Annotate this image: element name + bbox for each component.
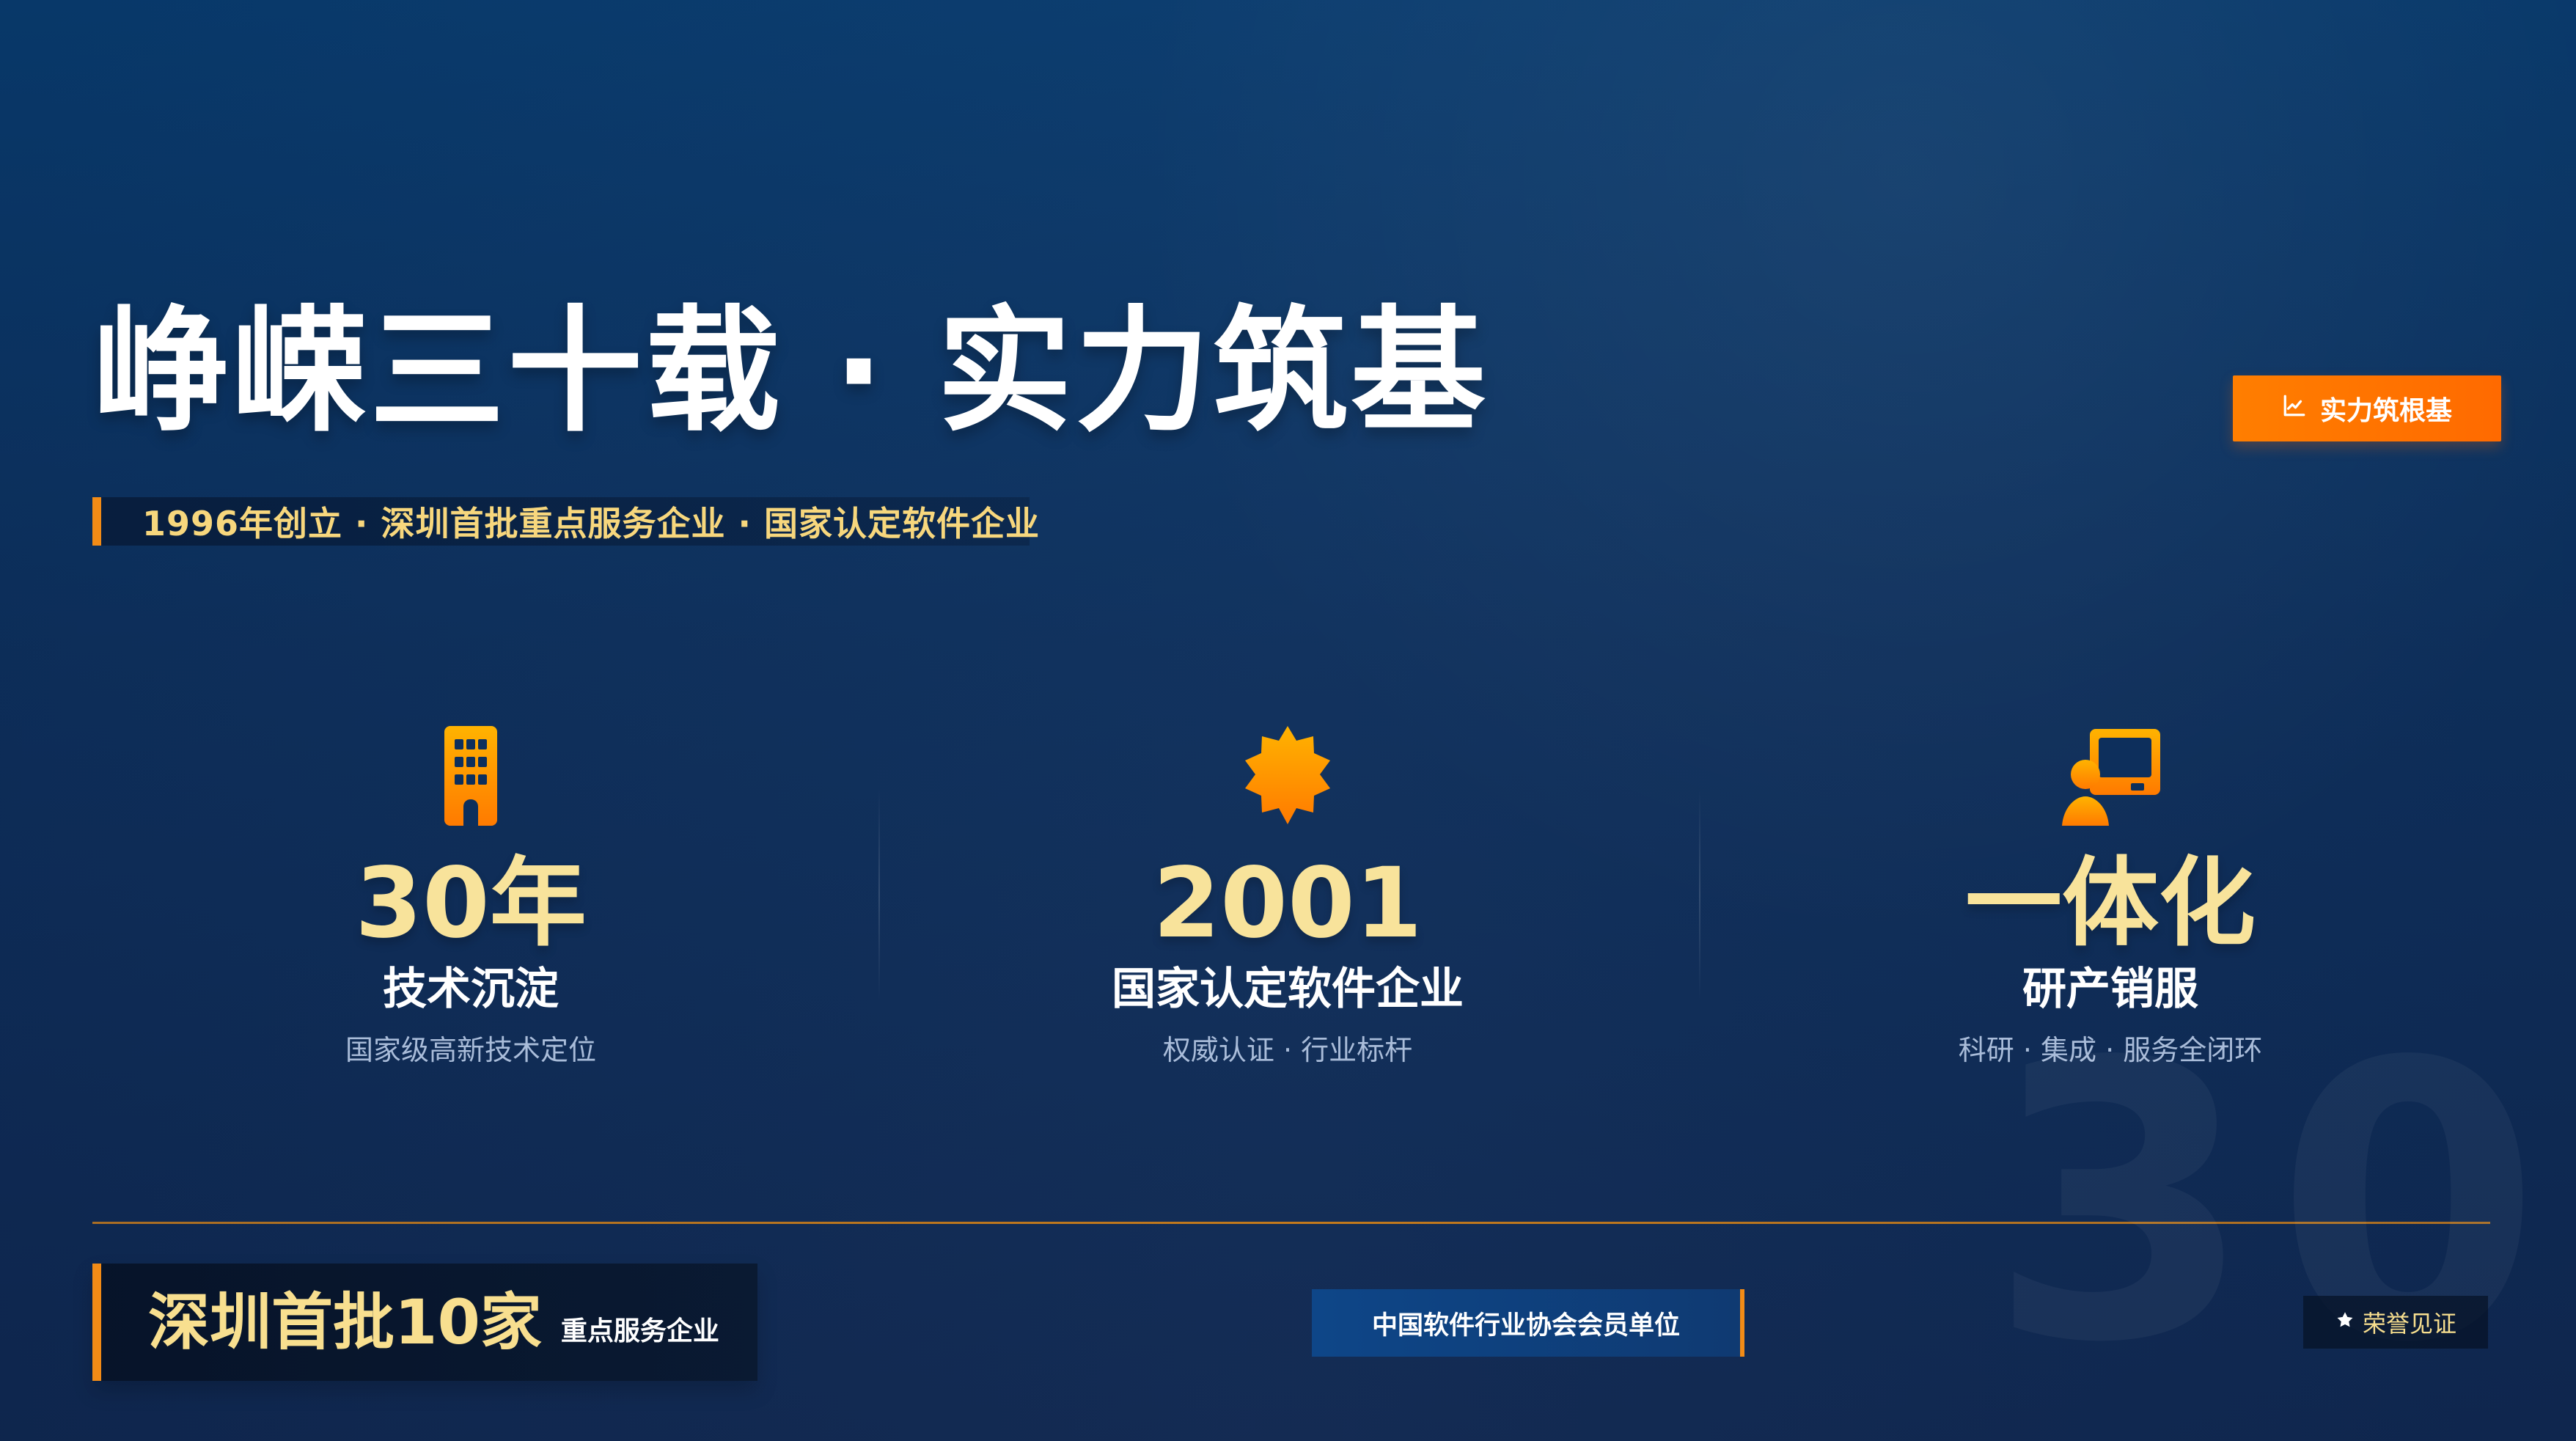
stat-description: 科研 · 集成 · 服务全闭环 [1958,1034,2263,1066]
subtitle-bar: 1996年创立 · 深圳首批重点服务企业 · 国家认定软件企业 [92,497,1039,546]
page-title: 峥嵘三十载 · 实力筑基 [94,293,1489,450]
top-badge: 实力筑根基 [2233,375,2501,441]
stat-label: 国家认定软件企业 [1112,964,1464,1015]
honor-badge-label: 荣誉见证 [2362,1310,2456,1338]
bottom-highlight-main: 深圳首批10家 [148,1286,542,1358]
section-divider [92,1222,2490,1224]
slide-page: 峥嵘三十载 · 实力筑基 1996年创立 · 深圳首批重点服务企业 · 国家认定… [0,0,2576,1441]
member-badge-label: 中国软件行业协会会员单位 [1371,1310,1680,1341]
stat-description: 国家级高新技术定位 [345,1034,596,1066]
bottom-highlight-card: 深圳首批10家 重点服务企业 [92,1264,757,1381]
stat-description: 权威认证 · 行业标杆 [1162,1034,1413,1066]
stat-column-integration: 一体化 研产销服 科研 · 集成 · 服务全闭环 [1722,719,2499,1066]
badge-star-icon [1245,726,1330,824]
stat-value: 30年 [355,847,587,960]
bottom-highlight-sub: 重点服务企业 [560,1316,719,1346]
stat-column-certification: 2001 国家认定软件企业 权威认证 · 行业标杆 [899,719,1676,1066]
subtitle-text: 1996年创立 · 深圳首批重点服务企业 · 国家认定软件企业 [142,504,1041,543]
member-badge: 中国软件行业协会会员单位 [1312,1289,1744,1357]
stat-label: 研产销服 [2022,964,2198,1015]
chart-line-icon [2282,393,2307,425]
stat-divider [878,788,880,1001]
top-badge-label: 实力筑根基 [2319,396,2452,426]
stat-value: 一体化 [1965,847,2256,960]
stat-divider [1699,788,1700,1001]
stat-value: 2001 [1153,847,1423,960]
presenter-icon [2062,729,2160,826]
honor-badge: 荣誉见证 [2303,1296,2488,1349]
building-icon [444,726,497,826]
stat-column-years: 30年 技术沉淀 国家级高新技术定位 [82,719,859,1066]
stat-label: 技术沉淀 [383,964,559,1015]
star-icon [2335,1308,2355,1336]
